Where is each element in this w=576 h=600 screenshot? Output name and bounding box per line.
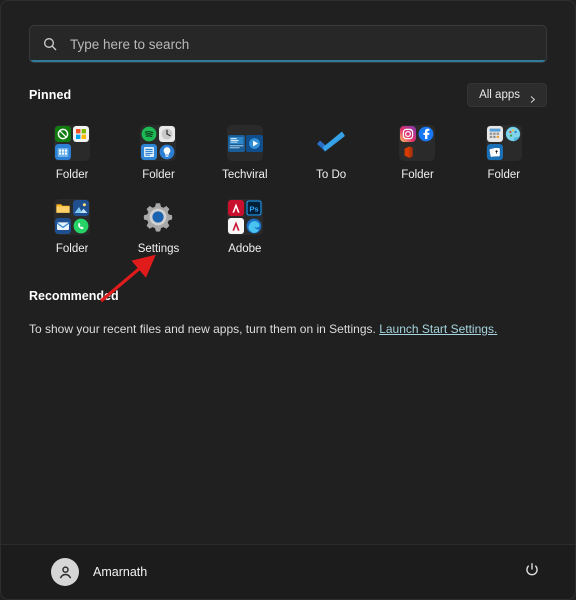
pinned-tile-folder-5[interactable]: Folder <box>29 193 115 259</box>
pinned-grid: Folder Folder Techviral To Do Folder Fol… <box>1 107 575 259</box>
search-input[interactable] <box>70 36 534 52</box>
pinned-tile-to-do[interactable]: To Do <box>288 119 374 185</box>
settings-gear-icon <box>140 199 176 235</box>
all-apps-label: All apps <box>479 89 520 101</box>
search-icon <box>42 36 58 52</box>
pinned-title: Pinned <box>29 88 72 102</box>
paint-icon <box>505 126 521 142</box>
recommended-title: Recommended <box>29 289 119 303</box>
facebook-icon <box>418 126 434 142</box>
photoshop-icon: Ps <box>245 200 262 216</box>
tips-icon <box>159 144 175 160</box>
office-icon <box>400 144 417 160</box>
notes-icon <box>141 144 158 160</box>
instagram-icon <box>400 126 417 142</box>
pinned-tile-adobe[interactable]: Ps Adobe <box>202 193 288 259</box>
folder-icon <box>54 199 91 235</box>
pinned-tile-settings[interactable]: Settings <box>115 193 201 259</box>
acrobat-reader-icon <box>227 218 244 234</box>
solitaire-icon <box>486 144 503 160</box>
user-name: Amarnath <box>93 565 148 579</box>
folder-icon: Ps <box>226 199 263 235</box>
folder-icon <box>485 125 522 161</box>
power-icon <box>524 562 540 583</box>
start-menu: Pinned All apps <box>0 0 576 600</box>
pinned-tile-folder-3[interactable]: Folder <box>374 119 460 185</box>
folder-icon <box>140 125 177 161</box>
pinned-header: Pinned All apps <box>1 63 575 107</box>
mail-icon <box>55 218 72 234</box>
user-account-button[interactable]: Amarnath <box>43 552 155 592</box>
news-icon <box>227 134 245 152</box>
bottom-bar: Amarnath <box>1 544 575 599</box>
microsoft-store-icon <box>73 126 90 142</box>
spotify-icon <box>141 126 157 142</box>
search-box[interactable] <box>29 25 547 63</box>
photos-icon <box>73 200 90 216</box>
clock-icon <box>159 126 176 142</box>
folder-icon <box>54 125 91 161</box>
pinned-tile-label: Adobe <box>228 243 262 255</box>
media-player-icon <box>245 134 263 152</box>
pinned-tile-label: Settings <box>137 243 180 255</box>
pinned-tile-techviral[interactable]: Techviral <box>202 119 288 185</box>
pinned-tile-label: To Do <box>316 169 347 181</box>
calendar-icon <box>55 144 72 160</box>
acrobat-icon <box>227 200 244 216</box>
pinned-tile-label: Folder <box>55 169 89 181</box>
all-apps-button[interactable]: All apps <box>467 83 547 107</box>
chevron-right-icon <box>528 91 537 103</box>
whatsapp-icon <box>73 218 89 234</box>
recommended-empty-state: To show your recent files and new apps, … <box>1 303 575 338</box>
svg-text:Ps: Ps <box>249 204 258 213</box>
pinned-tile-label: Folder <box>401 169 434 181</box>
recommended-header: Recommended <box>1 259 575 303</box>
file-explorer-icon <box>55 200 71 216</box>
edge-icon <box>246 218 262 234</box>
xbox-icon <box>55 126 72 142</box>
power-button[interactable] <box>515 556 549 588</box>
calculator-icon <box>486 126 503 142</box>
pinned-tile-label: Folder <box>487 169 521 181</box>
to-do-icon <box>313 125 349 161</box>
folder-icon <box>399 125 436 161</box>
user-avatar-icon <box>51 558 79 586</box>
pinned-tile-label: Techviral <box>222 169 268 181</box>
pinned-tile-label: Folder <box>142 169 175 181</box>
pinned-tile-folder-1[interactable]: Folder <box>29 119 115 185</box>
pinned-tile-label: Folder <box>55 243 89 255</box>
pinned-tile-folder-2[interactable]: Folder <box>115 119 201 185</box>
folder-icon <box>226 125 263 161</box>
search-area <box>1 1 575 63</box>
pinned-tile-folder-4[interactable]: Folder <box>461 119 547 185</box>
recommended-empty-text: To show your recent files and new apps, … <box>29 322 380 336</box>
launch-start-settings-link[interactable]: Launch Start Settings. <box>379 322 497 336</box>
